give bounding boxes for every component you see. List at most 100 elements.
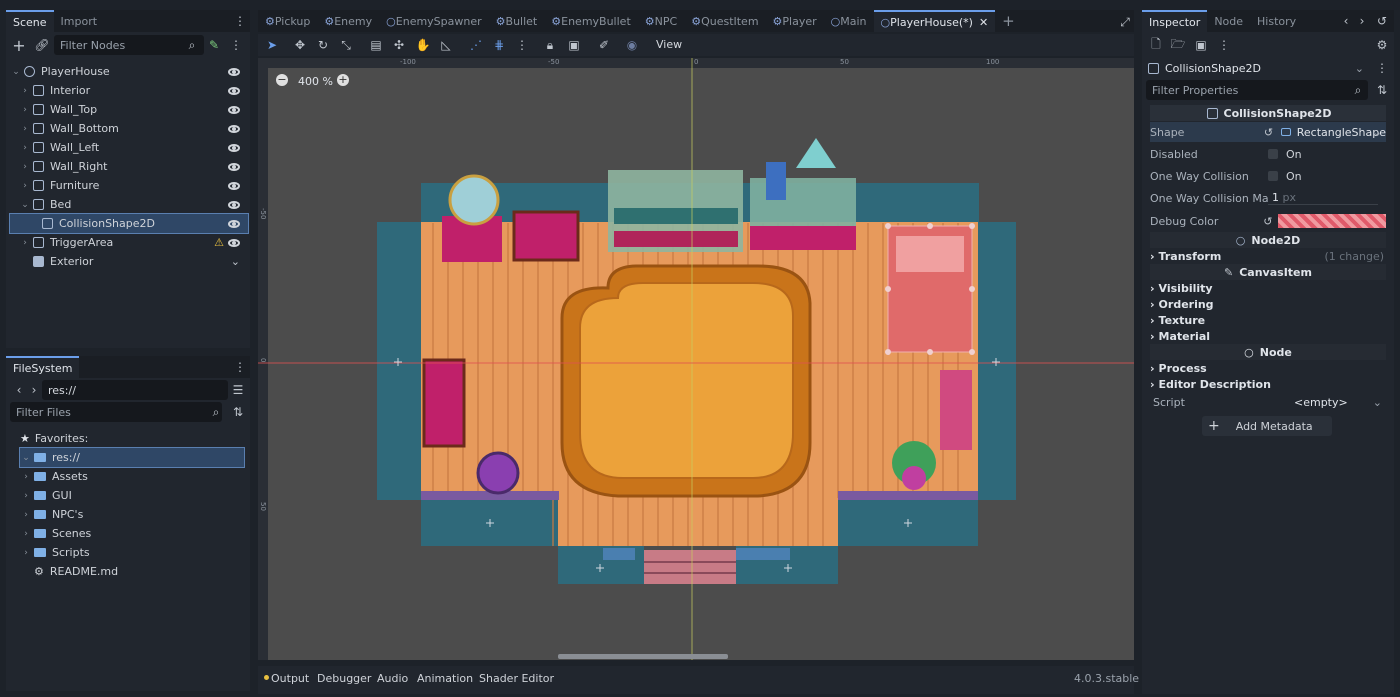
- file-item[interactable]: › GUI: [20, 486, 244, 505]
- visibility-eye-icon[interactable]: [228, 67, 240, 76]
- scene-tab-6[interactable]: ⚙ QuestItem: [684, 10, 765, 32]
- tab-output[interactable]: Output: [271, 672, 309, 685]
- scene-tab-5[interactable]: ⚙ NPC: [638, 10, 684, 32]
- object-tools-icon[interactable]: ⋮: [1374, 60, 1390, 76]
- camera-icon[interactable]: ◉: [624, 37, 640, 53]
- link-icon[interactable]: 🔗︎: [34, 37, 50, 53]
- canvas-viewport[interactable]: -100 -50 0 50 100 -50 0 50 − 400 % +: [258, 58, 1134, 660]
- chevron-right-icon[interactable]: ›: [19, 86, 31, 96]
- tab-scene[interactable]: Scene: [6, 10, 54, 32]
- file-item[interactable]: › Scenes: [20, 524, 244, 543]
- move-tool-icon[interactable]: ✥: [292, 37, 308, 53]
- file-item[interactable]: › Scripts: [20, 543, 244, 562]
- snap-options-icon[interactable]: ⋮: [514, 37, 530, 53]
- visibility-eye-icon[interactable]: [228, 219, 240, 228]
- scene-node-6[interactable]: › Furniture: [10, 176, 248, 195]
- tab-audio[interactable]: Audio: [377, 672, 408, 685]
- sort-icon[interactable]: ⇅: [230, 404, 246, 420]
- visibility-eye-icon[interactable]: [228, 181, 240, 190]
- fullscreen-icon[interactable]: ⤢: [1117, 14, 1133, 30]
- scene-node-10[interactable]: Exterior ⌄: [10, 252, 248, 271]
- ruler-icon[interactable]: ◺: [438, 37, 454, 53]
- chevron-right-icon[interactable]: ›: [19, 105, 31, 115]
- menu-dots-icon[interactable]: ⋮: [1216, 37, 1232, 53]
- file-item[interactable]: › Assets: [20, 467, 244, 486]
- visibility-section[interactable]: › Visibility: [1150, 280, 1386, 296]
- group-icon[interactable]: ▣: [566, 37, 582, 53]
- file-item[interactable]: › NPC's: [20, 505, 244, 524]
- material-section[interactable]: › Material: [1150, 328, 1386, 344]
- visibility-eye-icon[interactable]: [228, 86, 240, 95]
- scene-node-1[interactable]: › Interior: [10, 81, 248, 100]
- chevron-right-icon[interactable]: ›: [20, 472, 32, 482]
- scene-node-4[interactable]: › Wall_Left: [10, 138, 248, 157]
- pan-icon[interactable]: ✋: [415, 37, 431, 53]
- smart-snap-icon[interactable]: ⋰: [468, 37, 484, 53]
- attach-script-icon[interactable]: ✎: [206, 37, 222, 53]
- menu-dots-icon[interactable]: ⋮: [232, 359, 248, 375]
- process-section[interactable]: › Process: [1150, 360, 1386, 376]
- tab-shader-editor[interactable]: Shader Editor: [479, 672, 554, 685]
- save-icon[interactable]: ▣: [1193, 37, 1209, 53]
- object-selector[interactable]: CollisionShape2D ⌄: [1146, 58, 1368, 78]
- filter-nodes-input[interactable]: Filter Nodes: [54, 35, 204, 55]
- chevron-right-icon[interactable]: ›: [19, 181, 31, 191]
- disabled-property[interactable]: Disabled On: [1150, 144, 1386, 164]
- chevron-down-icon[interactable]: ⌄: [19, 200, 31, 210]
- close-icon[interactable]: ✕: [979, 16, 988, 29]
- chevron-right-icon[interactable]: ›: [20, 548, 32, 558]
- chevron-right-icon[interactable]: ›: [19, 238, 31, 248]
- collapse-icon[interactable]: ⌄: [231, 255, 240, 268]
- disabled-checkbox[interactable]: [1268, 149, 1278, 159]
- layout-icon[interactable]: ☰: [230, 382, 246, 398]
- tab-inspector[interactable]: Inspector: [1142, 10, 1208, 32]
- lock-icon[interactable]: 🔒︎: [542, 37, 558, 53]
- scene-tab-4[interactable]: ⚙ EnemyBullet: [544, 10, 638, 32]
- scene-menu-icon[interactable]: ⋮: [228, 37, 244, 53]
- menu-dots-icon[interactable]: ⋮: [232, 13, 248, 29]
- forward-icon[interactable]: ›: [1354, 13, 1370, 29]
- property-options-icon[interactable]: ⇅: [1374, 82, 1390, 98]
- tab-animation[interactable]: Animation: [417, 672, 473, 685]
- chevron-right-icon[interactable]: ›: [19, 143, 31, 153]
- open-icon[interactable]: 🗁︎: [1170, 37, 1186, 53]
- back-icon[interactable]: ‹: [1338, 13, 1354, 29]
- warning-icon[interactable]: ⚠: [214, 236, 224, 249]
- grid-snap-icon[interactable]: ⋕: [491, 37, 507, 53]
- shape-property[interactable]: Shape ↺ RectangleShape ⌄: [1150, 122, 1386, 142]
- scene-node-5[interactable]: › Wall_Right: [10, 157, 248, 176]
- scene-node-2[interactable]: › Wall_Top: [10, 100, 248, 119]
- scene-tab-7[interactable]: ⚙ Player: [766, 10, 824, 32]
- texture-section[interactable]: › Texture: [1150, 312, 1386, 328]
- file-item[interactable]: ⚙ README.md: [20, 562, 244, 581]
- forward-icon[interactable]: ›: [26, 382, 42, 398]
- back-icon[interactable]: ‹: [11, 382, 27, 398]
- chevron-right-icon[interactable]: ›: [20, 510, 32, 520]
- filter-files-input[interactable]: Filter Files: [10, 402, 222, 422]
- new-scene-tab-button[interactable]: +: [995, 10, 1022, 32]
- debug-color-swatch[interactable]: [1278, 214, 1386, 228]
- revert-icon[interactable]: ↺: [1264, 126, 1273, 139]
- tab-debugger[interactable]: Debugger: [317, 672, 371, 685]
- scene-tab-2[interactable]: ○ EnemySpawner: [379, 10, 489, 32]
- transform-section[interactable]: › Transform (1 change): [1150, 248, 1386, 264]
- scene-tab-0[interactable]: ⚙ Pickup: [258, 10, 317, 32]
- tab-import[interactable]: Import: [54, 10, 105, 32]
- tab-node[interactable]: Node: [1207, 10, 1250, 32]
- chevron-right-icon[interactable]: ›: [20, 491, 32, 501]
- one-way-property[interactable]: One Way Collision On: [1150, 166, 1386, 186]
- chevron-right-icon[interactable]: ›: [19, 124, 31, 134]
- chevron-down-icon[interactable]: ⌄: [10, 67, 22, 77]
- scene-tab-1[interactable]: ⚙ Enemy: [317, 10, 379, 32]
- scene-tab-3[interactable]: ⚙ Bullet: [489, 10, 545, 32]
- filter-properties-input[interactable]: Filter Properties: [1146, 80, 1368, 100]
- scene-node-9[interactable]: › TriggerArea ⚠: [10, 233, 248, 252]
- history-icon[interactable]: ↺: [1374, 13, 1390, 29]
- tab-filesystem[interactable]: FileSystem: [6, 356, 80, 378]
- scene-node-0[interactable]: ⌄ PlayerHouse: [10, 62, 248, 81]
- debug-color-property[interactable]: Debug Color ↺: [1150, 211, 1386, 231]
- visibility-eye-icon[interactable]: [228, 124, 240, 133]
- select-tool-icon[interactable]: ➤: [264, 37, 280, 53]
- visibility-eye-icon[interactable]: [228, 105, 240, 114]
- visibility-eye-icon[interactable]: [228, 162, 240, 171]
